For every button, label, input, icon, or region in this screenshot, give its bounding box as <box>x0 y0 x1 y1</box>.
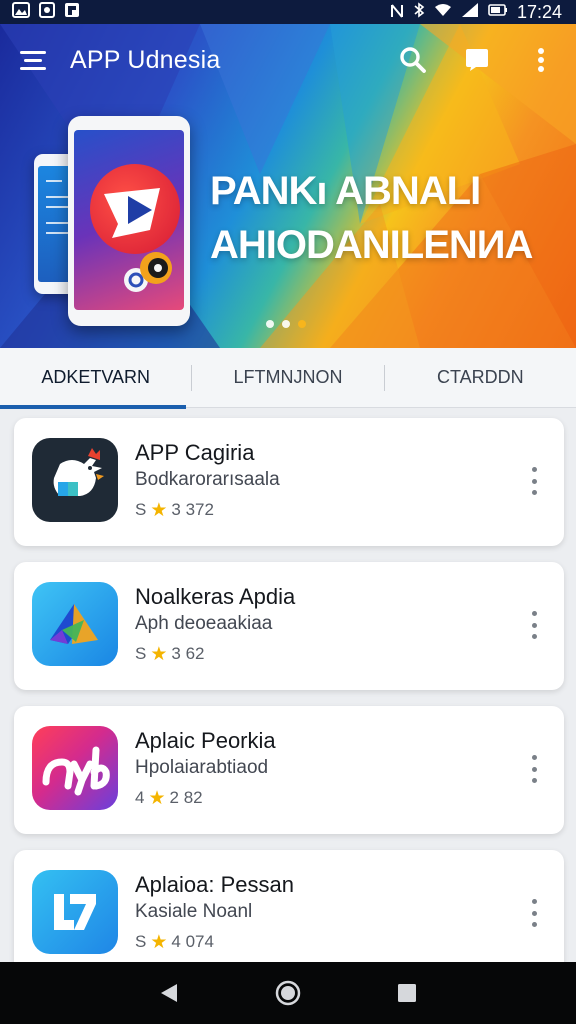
gallery-icon <box>12 1 30 23</box>
app-name: Noalkeras Apdia <box>135 584 296 609</box>
app-title: APP Udnesia <box>70 45 221 74</box>
tab-ctarddn[interactable]: CTARDDN <box>385 348 576 408</box>
app-subtitle: Bodkarorarısaala <box>135 469 280 490</box>
search-icon[interactable] <box>398 45 428 75</box>
more-options-icon[interactable] <box>528 752 540 786</box>
rating-value: 3 62 <box>171 644 205 663</box>
app-card[interactable]: Aplaioa: Pessan Kasiale Noanl S ★ 4 074 <box>14 850 564 978</box>
chat-icon[interactable] <box>462 45 492 75</box>
page-indicator <box>266 320 306 328</box>
status-left-icons <box>12 1 80 23</box>
menu-icon[interactable] <box>20 48 48 72</box>
rating-prefix: S <box>135 644 147 663</box>
app-name: Aplaioa: Pessan <box>135 872 294 897</box>
rooster-icon[interactable] <box>32 438 118 522</box>
hero-headline-line1: PANKı ABNALI <box>210 169 481 213</box>
app-subtitle: Hpolaiarabtiaod <box>135 757 269 778</box>
star-icon: ★ <box>150 930 168 953</box>
app-rating: S ★ 4 074 <box>135 932 214 952</box>
more-options-icon[interactable] <box>528 896 540 930</box>
home-icon[interactable] <box>273 978 303 1008</box>
more-vert-icon[interactable] <box>526 45 556 75</box>
page-indicator-dot[interactable] <box>282 320 290 328</box>
camera-badge-icon <box>124 252 172 292</box>
app-rating: S ★ 3 372 <box>135 500 214 520</box>
bluetooth-icon <box>413 1 425 23</box>
back-icon[interactable] <box>154 978 184 1008</box>
page-indicator-dot[interactable] <box>298 320 306 328</box>
more-options-icon[interactable] <box>528 464 540 498</box>
wifi-icon <box>434 3 452 22</box>
tab-lftmnjnon[interactable]: LFTMNJNON <box>192 348 383 408</box>
status-bar: 17:24 <box>0 0 576 24</box>
app-bar-actions <box>398 45 556 75</box>
status-time: 17:24 <box>516 1 562 22</box>
bracket-logo-icon[interactable] <box>32 870 118 954</box>
rating-value: 4 074 <box>171 932 214 951</box>
rating-value: 2 82 <box>169 788 203 807</box>
app-card[interactable]: APP Cagiria Bodkarorarısaala S ★ 3 372 <box>14 418 564 546</box>
star-icon: ★ <box>150 642 168 665</box>
rating-prefix: S <box>135 500 147 519</box>
image-icon <box>39 1 55 23</box>
app-rating: 4 ★ 2 82 <box>135 788 203 808</box>
app-name: Aplaic Peorkia <box>135 728 276 753</box>
flipboard-icon <box>64 2 80 23</box>
rating-value: 3 372 <box>171 500 214 519</box>
signal-icon <box>461 2 479 23</box>
app-card[interactable]: Aplaic Peorkia Hpolaiarabtiaod 4 ★ 2 82 <box>14 706 564 834</box>
app-subtitle: Aph deoeaakiaa <box>135 613 273 634</box>
tab-bar: ADKETVARN LFTMNJNON CTARDDN <box>0 348 576 409</box>
app-name: APP Cagiria <box>135 440 255 465</box>
rating-prefix: S <box>135 932 147 951</box>
recents-icon[interactable] <box>392 978 422 1008</box>
more-options-icon[interactable] <box>528 608 540 642</box>
nfc-icon <box>390 3 404 22</box>
hero-headline-line2: AHIODANILENИA <box>210 223 533 267</box>
page-indicator-dot[interactable] <box>266 320 274 328</box>
app-subtitle: Kasiale Noanl <box>135 901 253 922</box>
star-icon: ★ <box>150 498 168 521</box>
battery-icon <box>488 2 508 23</box>
tab-adketvarn[interactable]: ADKETVARN <box>0 348 191 409</box>
play-icon <box>90 164 180 254</box>
hero-banner[interactable]: APP Udnesia PANKı ABNALI AHIODANILENИA <box>0 24 576 348</box>
ayb-logo-icon[interactable] <box>32 726 118 810</box>
phone-illustration-front <box>68 116 190 326</box>
system-nav-bar <box>0 962 576 1024</box>
star-icon: ★ <box>148 786 166 809</box>
app-list: APP Cagiria Bodkarorarısaala S ★ 3 372 N… <box>14 418 564 994</box>
triangle-logo-icon[interactable] <box>32 582 118 666</box>
rating-prefix: 4 <box>135 788 145 807</box>
status-right-icons: 17:24 <box>390 2 562 23</box>
app-rating: S ★ 3 62 <box>135 644 204 664</box>
hero-headline: PANKı ABNALI AHIODANILENИA <box>210 164 533 272</box>
app-card[interactable]: Noalkeras Apdia Aph deoeaakiaa S ★ 3 62 <box>14 562 564 690</box>
app-bar: APP Udnesia <box>0 24 576 96</box>
